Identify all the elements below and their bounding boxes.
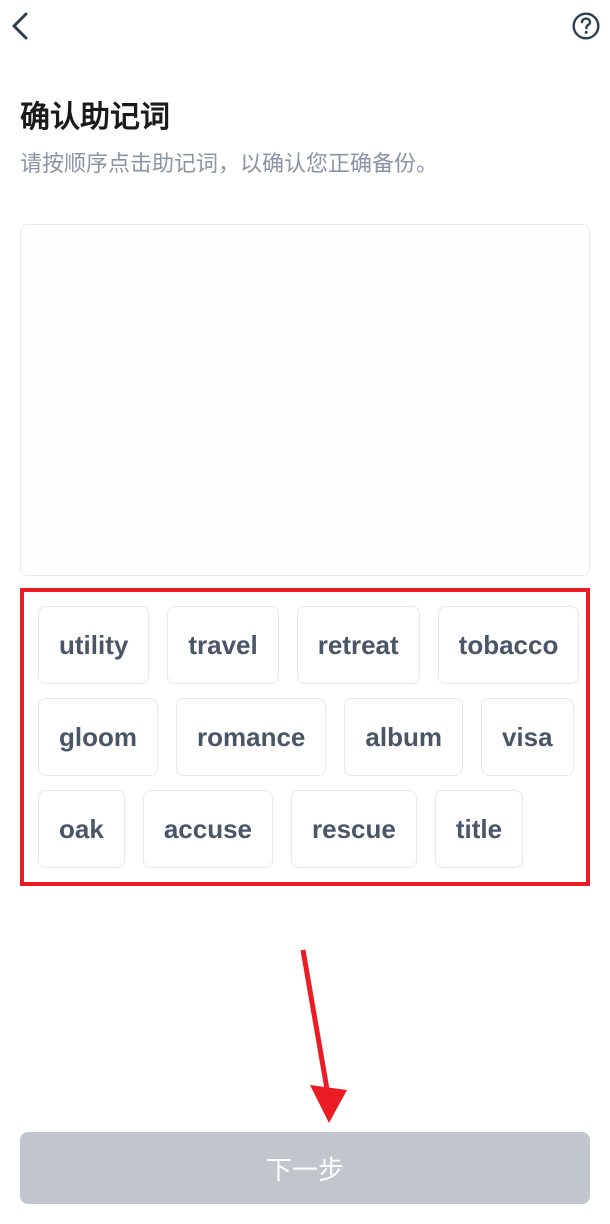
word-chip-title[interactable]: title xyxy=(435,790,523,868)
word-chip-visa[interactable]: visa xyxy=(481,698,574,776)
arrow-annotation-icon xyxy=(295,945,355,1130)
page-subtitle: 请按顺序点击助记词，以确认您正确备份。 xyxy=(20,146,590,178)
word-chip-accuse[interactable]: accuse xyxy=(143,790,273,868)
help-button[interactable] xyxy=(570,10,602,42)
word-chip-rescue[interactable]: rescue xyxy=(291,790,417,868)
word-chip-romance[interactable]: romance xyxy=(176,698,326,776)
page-title: 确认助记词 xyxy=(20,92,590,136)
word-chip-album[interactable]: album xyxy=(344,698,463,776)
word-bank-highlight: utility travel retreat tobacco gloom rom… xyxy=(20,588,590,886)
word-chip-travel[interactable]: travel xyxy=(167,606,278,684)
selected-words-area[interactable] xyxy=(20,224,590,576)
word-chip-retreat[interactable]: retreat xyxy=(297,606,420,684)
question-circle-icon xyxy=(572,12,600,40)
next-button[interactable]: 下一步 xyxy=(20,1132,590,1204)
back-button[interactable] xyxy=(4,9,38,43)
next-button-label: 下一步 xyxy=(266,1150,344,1187)
chevron-left-icon xyxy=(10,11,32,41)
word-chip-utility[interactable]: utility xyxy=(38,606,149,684)
word-chip-gloom[interactable]: gloom xyxy=(38,698,158,776)
word-chip-oak[interactable]: oak xyxy=(38,790,125,868)
word-chip-tobacco[interactable]: tobacco xyxy=(438,606,580,684)
